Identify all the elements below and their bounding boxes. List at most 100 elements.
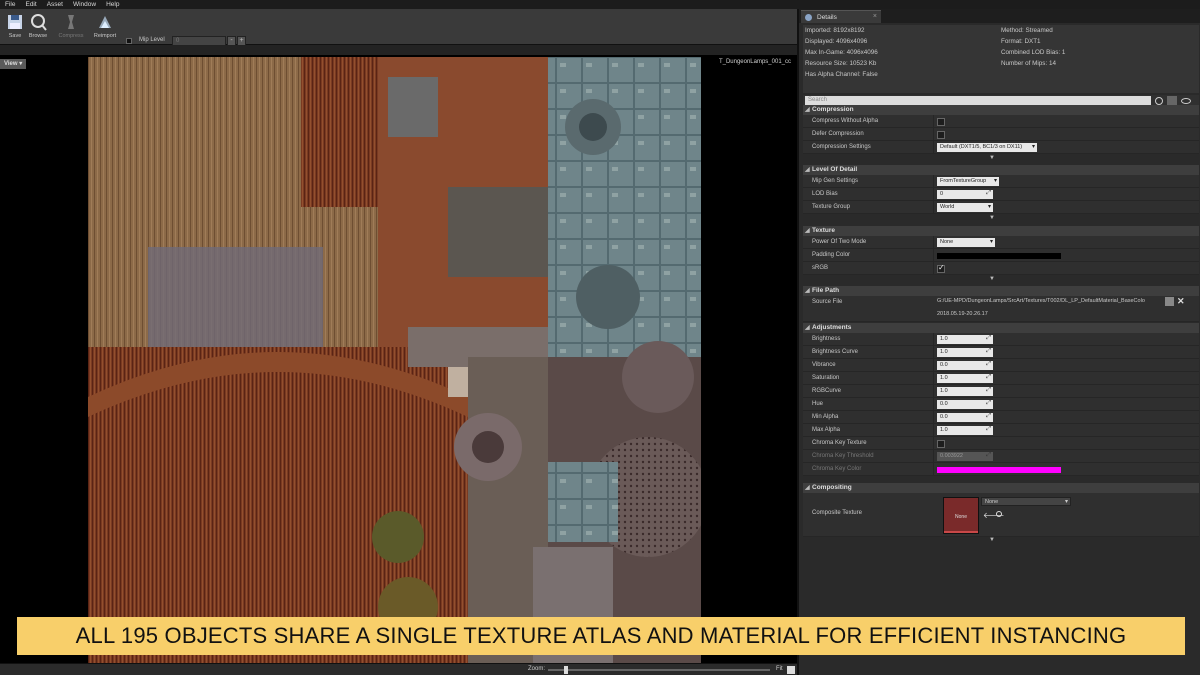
prop-adjustment: Min Alpha 0.0 — [803, 411, 1199, 424]
browse-file-button[interactable] — [1165, 297, 1174, 306]
compression-settings-dropdown[interactable]: Default (DXT1/5, BC1/3 on DX11) — [937, 143, 1037, 152]
lod-bias-field[interactable]: 0 — [937, 190, 993, 199]
adjustment-value-field[interactable]: 1.0 — [937, 374, 993, 383]
prop-adjustment: Max Alpha 1.0 — [803, 424, 1199, 437]
zoom-label: Zoom: — [528, 666, 546, 672]
compress-icon — [68, 15, 74, 29]
divider — [933, 262, 934, 275]
compress-without-alpha-checkbox[interactable] — [937, 118, 945, 126]
divider — [933, 346, 934, 359]
mip-decrement-button[interactable]: - — [227, 36, 236, 46]
zoom-slider-handle[interactable] — [564, 666, 568, 674]
adjustment-value-field[interactable]: 0.0 — [937, 400, 993, 409]
info-resource-size: Resource Size: 10523 Kb — [805, 60, 877, 67]
collapse-arrow-icon: ◢ — [805, 288, 810, 294]
adjustment-value-field[interactable]: 1.0 — [937, 348, 993, 357]
padding-color-swatch[interactable] — [937, 253, 1061, 259]
expand-advanced-icon[interactable]: ▼ — [989, 276, 995, 282]
adjustment-value-field[interactable]: 1.0 — [937, 387, 993, 396]
fit-label: Fit — [776, 666, 783, 672]
menu-asset[interactable]: Asset — [42, 1, 68, 8]
prop-label: LOD Bias — [812, 191, 838, 197]
mip-level-label: Mip Level — [139, 37, 165, 43]
info-format: Format: DXT1 — [1001, 38, 1041, 45]
expand-advanced-icon[interactable]: ▼ — [989, 537, 995, 543]
chroma-key-color-swatch[interactable] — [937, 467, 1061, 473]
info-lod-bias: Combined LOD Bias: 1 — [1001, 49, 1066, 56]
mip-level-checkbox[interactable] — [126, 38, 132, 44]
prop-label: Defer Compression — [812, 131, 864, 137]
chroma-key-texture-checkbox[interactable] — [937, 440, 945, 448]
save-label: Save — [8, 33, 22, 39]
power-of-two-dropdown[interactable]: None — [937, 238, 995, 247]
expand-advanced-icon[interactable]: ▼ — [989, 215, 995, 221]
prop-adjustment: Vibrance 0.0 — [803, 359, 1199, 372]
prop-label: Chroma Key Threshold — [812, 453, 874, 459]
compress-button[interactable]: Compress — [57, 11, 85, 43]
prop-label: sRGB — [812, 265, 829, 271]
composite-texture-dropdown[interactable]: None — [981, 497, 1071, 506]
info-method: Method: Streamed — [1001, 27, 1053, 34]
menu-window[interactable]: Window — [68, 1, 101, 8]
adjustment-value-field[interactable]: 0.0 — [937, 361, 993, 370]
prop-label: Source File — [812, 299, 843, 305]
category-compositing[interactable]: ◢ Compositing — [803, 483, 1199, 493]
adjustment-value-field[interactable]: 1.0 — [937, 426, 993, 435]
search-icon[interactable] — [1155, 97, 1163, 105]
clear-file-icon[interactable]: ✕ — [1177, 296, 1185, 307]
collapse-arrow-icon: ◢ — [805, 485, 810, 491]
texture-group-dropdown[interactable]: World — [937, 203, 993, 212]
category-lod[interactable]: ◢ Level Of Detail — [803, 165, 1199, 175]
chroma-key-threshold-field[interactable]: 0.003922 — [937, 452, 993, 461]
browse-search-icon[interactable] — [996, 511, 1002, 517]
view-menu-button[interactable]: View ▾ — [0, 59, 27, 69]
texture-atlas-image — [88, 57, 701, 667]
info-max-ingame: Max In-Game: 4096x4096 — [805, 49, 878, 56]
mip-increment-button[interactable]: + — [237, 36, 246, 46]
composite-texture-thumbnail[interactable]: None — [943, 497, 979, 534]
adjustment-value-field[interactable]: 1.0 — [937, 335, 993, 344]
close-icon[interactable]: × — [873, 13, 877, 20]
tab-details[interactable]: Details × — [801, 10, 881, 23]
divider — [933, 333, 934, 346]
details-panel: Details × Imported: 8192x8192 Displayed:… — [797, 9, 1200, 675]
prop-label: Compression Settings — [812, 144, 871, 150]
prop-label: Min Alpha — [812, 414, 839, 420]
details-tab-bar: Details × — [799, 9, 1200, 23]
adjustment-value-field[interactable]: 0.0 — [937, 413, 993, 422]
mip-gen-dropdown[interactable]: FromTextureGroup — [937, 177, 999, 186]
reimport-button[interactable]: Reimport — [91, 11, 119, 43]
save-icon — [8, 15, 22, 29]
prop-label: Texture Group — [812, 204, 851, 210]
eye-icon[interactable] — [1181, 98, 1191, 104]
divider — [933, 450, 934, 463]
divider — [933, 398, 934, 411]
prop-label: Padding Color — [812, 252, 851, 258]
fit-checkbox[interactable] — [787, 666, 795, 674]
divider — [933, 128, 934, 141]
prop-chroma-key-color: Chroma Key Color — [803, 463, 1199, 476]
category-file-path-label: File Path — [812, 287, 840, 294]
category-file-path[interactable]: ◢ File Path — [803, 286, 1199, 296]
collapse-arrow-icon: ◢ — [805, 228, 810, 234]
browse-button[interactable]: Browse — [24, 11, 52, 43]
info-displayed: Displayed: 4096x4096 — [805, 38, 868, 45]
tab-details-label: Details — [817, 14, 837, 21]
category-compression[interactable]: ◢ Compression — [803, 105, 1199, 115]
prop-adjustment: RGBCurve 1.0 — [803, 385, 1199, 398]
menu-edit[interactable]: Edit — [20, 1, 41, 8]
expand-advanced-icon[interactable]: ▼ — [989, 155, 995, 161]
menu-help[interactable]: Help — [101, 1, 124, 8]
prop-adjustment: Brightness 1.0 — [803, 333, 1199, 346]
category-adjustments[interactable]: ◢ Adjustments — [803, 323, 1199, 333]
menu-file[interactable]: File — [0, 1, 20, 8]
srgb-checkbox[interactable] — [937, 263, 945, 273]
category-texture[interactable]: ◢ Texture — [803, 226, 1199, 236]
prop-label: Brightness — [812, 336, 841, 342]
prop-label: Compress Without Alpha — [812, 118, 879, 124]
zoom-slider[interactable] — [548, 669, 770, 671]
prop-label: Composite Texture — [812, 510, 862, 516]
defer-compression-checkbox[interactable] — [937, 131, 945, 139]
mip-level-field[interactable]: 0 — [172, 36, 226, 46]
zoom-bar: Zoom: Fit — [0, 663, 797, 675]
